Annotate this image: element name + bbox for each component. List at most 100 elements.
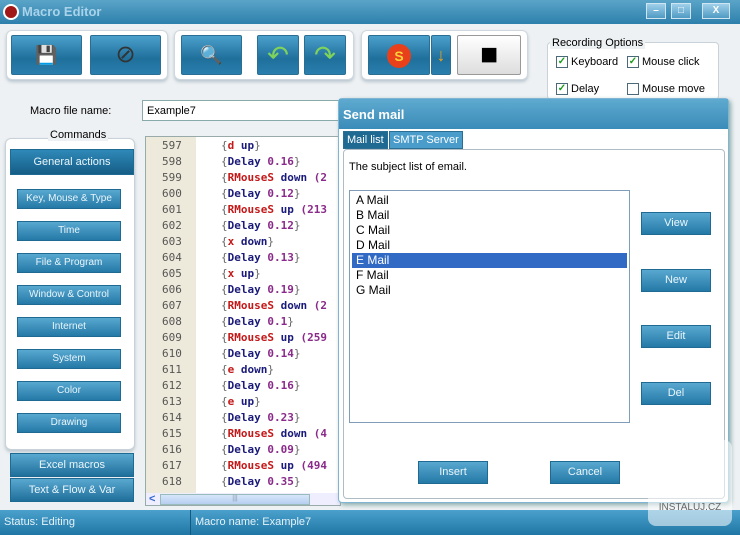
code-line[interactable]: 601 {RMouseS up (213 xyxy=(146,203,340,219)
code-line[interactable]: 611 {e down} xyxy=(146,363,340,379)
view-button[interactable]: View xyxy=(641,212,711,235)
code-token: down xyxy=(280,299,314,312)
cancel-dialog-button[interactable]: Cancel xyxy=(550,461,620,484)
code-token: { xyxy=(221,363,228,376)
record-button[interactable]: S xyxy=(368,35,430,75)
code-line[interactable]: 616 {Delay 0.09} xyxy=(146,443,340,459)
record-options-dropdown[interactable]: ↓ xyxy=(431,35,451,75)
close-button[interactable]: X xyxy=(702,3,730,19)
code-line[interactable]: 603 {x down} xyxy=(146,235,340,251)
command-button[interactable]: Color xyxy=(17,381,121,401)
command-button[interactable]: Time xyxy=(17,221,121,241)
command-button[interactable]: Key, Mouse & Type xyxy=(17,189,121,209)
del-button[interactable]: Del xyxy=(641,382,711,405)
code-token: (494 xyxy=(300,459,327,472)
code-line[interactable]: 618 {Delay 0.35} xyxy=(146,475,340,491)
mouse-click-checkbox[interactable]: ✓ Mouse click xyxy=(627,56,699,69)
mail-list-item[interactable]: G Mail xyxy=(352,283,627,298)
code-line[interactable]: 606 {Delay 0.19} xyxy=(146,283,340,299)
mail-list-item[interactable]: D Mail xyxy=(352,238,627,253)
code-line[interactable]: 608 {Delay 0.1} xyxy=(146,315,340,331)
code-token: { xyxy=(221,139,228,152)
code-line[interactable]: 598 {Delay 0.16} xyxy=(146,155,340,171)
line-number: 598 xyxy=(162,155,182,168)
command-button[interactable]: Drawing xyxy=(17,413,121,433)
horizontal-scrollbar[interactable]: < ||| xyxy=(146,493,340,505)
mail-listbox[interactable]: A Mail B Mail C Mail D Mail E Mail F Mail G Ma… xyxy=(349,190,630,423)
code-token: 0.14 xyxy=(267,347,294,360)
code-text: {x up} xyxy=(221,267,261,280)
save-button[interactable]: 💾 xyxy=(11,35,82,75)
code-token: down xyxy=(280,171,314,184)
grip-icon: ||| xyxy=(232,495,238,502)
code-token: down xyxy=(240,363,268,376)
excel-macros-button[interactable]: Excel macros xyxy=(10,453,134,477)
code-token: (2 xyxy=(313,299,327,312)
code-line[interactable]: 617 {RMouseS up (494 xyxy=(146,459,340,475)
code-token: RMouseS xyxy=(227,171,281,184)
keyboard-checkbox[interactable]: ✓ Keyboard xyxy=(556,56,618,69)
checkmark-icon: ✓ xyxy=(556,83,568,96)
code-line[interactable]: 614 {Delay 0.23} xyxy=(146,411,340,427)
stop-button[interactable]: ■ xyxy=(457,35,521,75)
command-button[interactable]: Internet xyxy=(17,317,121,337)
delay-checkbox[interactable]: ✓ Delay xyxy=(556,83,599,96)
code-token: } xyxy=(293,379,301,392)
code-line[interactable]: 602 {Delay 0.12} xyxy=(146,219,340,235)
code-token: } xyxy=(293,475,301,488)
tab-mail-list[interactable]: Mail list xyxy=(343,131,388,149)
code-text: {RMouseS down (2 xyxy=(221,171,327,184)
maximize-button[interactable]: □ xyxy=(671,3,691,19)
line-number: 617 xyxy=(162,459,182,472)
command-button[interactable]: File & Program xyxy=(17,253,121,273)
mail-list-item[interactable]: F Mail xyxy=(352,268,627,283)
code-token: } xyxy=(293,411,301,424)
code-line[interactable]: 605 {x up} xyxy=(146,267,340,283)
mail-list-item[interactable]: A Mail xyxy=(352,193,627,208)
code-line[interactable]: 607 {RMouseS down (2 xyxy=(146,299,340,315)
code-line[interactable]: 615 {RMouseS down (4 xyxy=(146,427,340,443)
code-line[interactable]: 597 {d up} xyxy=(146,139,340,155)
code-token: { xyxy=(221,331,228,344)
code-line[interactable]: 613 {e up} xyxy=(146,395,340,411)
scrollbar-thumb[interactable]: ||| xyxy=(160,494,310,505)
command-button[interactable]: System xyxy=(17,349,121,369)
tab-smtp-server[interactable]: SMTP Server xyxy=(389,131,463,149)
recording-options-title: Recording Options xyxy=(550,37,646,49)
code-line[interactable]: 600 {Delay 0.12} xyxy=(146,187,340,203)
insert-button[interactable]: Insert xyxy=(418,461,488,484)
new-button[interactable]: New xyxy=(641,269,711,292)
record-icon: S xyxy=(387,44,411,68)
general-actions-button[interactable]: General actions xyxy=(10,149,134,175)
code-token: { xyxy=(221,267,228,280)
code-token: } xyxy=(293,187,301,200)
undo-button[interactable]: ↶ xyxy=(257,35,299,75)
code-token: up xyxy=(240,139,255,152)
mail-list-item[interactable]: B Mail xyxy=(352,208,627,223)
description-text: The subject list of email. xyxy=(349,161,467,173)
macro-file-name-input[interactable] xyxy=(142,100,342,121)
mail-list-item[interactable]: E Mail xyxy=(352,253,627,268)
code-token: { xyxy=(221,187,228,200)
text-flow-var-button[interactable]: Text & Flow & Var xyxy=(10,478,134,502)
code-token: up xyxy=(240,395,255,408)
minimize-button[interactable]: – xyxy=(646,3,666,19)
code-line[interactable]: 612 {Delay 0.16} xyxy=(146,379,340,395)
code-line[interactable]: 604 {Delay 0.13} xyxy=(146,251,340,267)
search-button[interactable]: 🔍 xyxy=(181,35,242,75)
dialog-title: Send mail xyxy=(339,99,728,129)
code-token: up xyxy=(240,267,255,280)
cancel-button[interactable]: ⊘ xyxy=(90,35,161,75)
app-logo-icon xyxy=(3,4,19,20)
code-editor[interactable]: 597 {d up} 598 {Delay 0.16} 599 {RMouseS down… xyxy=(145,136,341,506)
edit-button[interactable]: Edit xyxy=(641,325,711,348)
code-line[interactable]: 599 {RMouseS down (2 xyxy=(146,171,340,187)
mouse-move-checkbox[interactable]: Mouse move xyxy=(627,83,705,96)
mail-list-item[interactable]: C Mail xyxy=(352,223,627,238)
command-button[interactable]: Window & Control xyxy=(17,285,121,305)
code-line[interactable]: 610 {Delay 0.14} xyxy=(146,347,340,363)
redo-button[interactable]: ↷ xyxy=(304,35,346,75)
scroll-left-icon[interactable]: < xyxy=(149,493,155,505)
code-token: (213 xyxy=(300,203,327,216)
code-line[interactable]: 609 {RMouseS up (259 xyxy=(146,331,340,347)
